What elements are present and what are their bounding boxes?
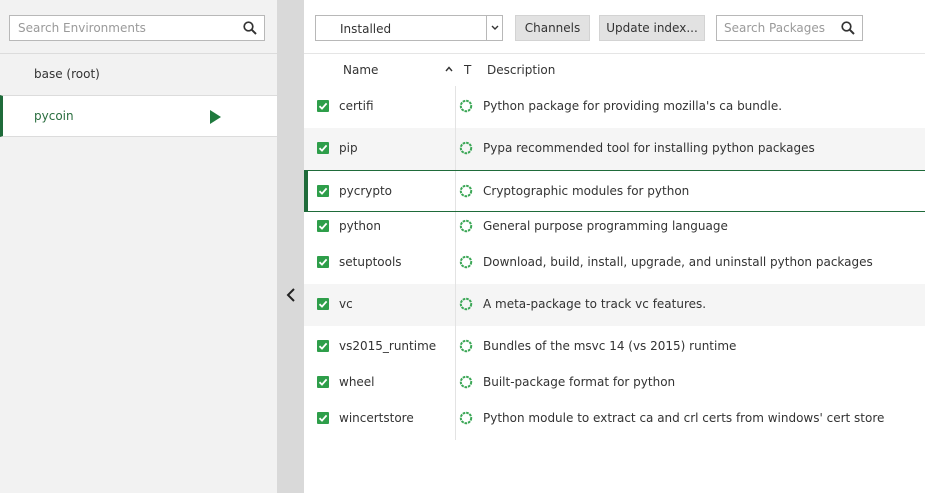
table-row[interactable]: certifi Python package for providing mozi… [304,86,925,128]
checkbox-checked-icon[interactable] [317,340,329,352]
package-name: wincertstore [339,411,414,425]
panel-splitter[interactable] [277,0,304,493]
checkbox-checked-icon[interactable] [317,100,329,112]
chevron-up-icon[interactable] [445,66,453,72]
checkbox-checked-icon[interactable] [317,376,329,388]
package-name: certifi [339,99,374,113]
environment-search-box [9,15,265,41]
package-description: Bundles of the msvc 14 (vs 2015) runtime [483,339,737,353]
package-search-box [716,15,863,41]
play-icon[interactable] [210,110,221,124]
package-name: vs2015_runtime [339,339,437,353]
package-table-body: certifi Python package for providing mozi… [304,86,925,440]
checkbox-checked-icon[interactable] [317,256,329,268]
environments-panel: base (root) pycoin [0,0,277,493]
package-filter-value: Installed [340,22,392,36]
chevron-left-icon[interactable] [285,287,297,303]
update-index-button[interactable]: Update index... [599,15,705,41]
column-divider [455,128,456,170]
column-divider [455,86,456,128]
column-divider [455,171,456,211]
table-row[interactable]: vc A meta-package to track vc features. [304,284,925,326]
column-divider [455,368,456,398]
package-table-header: Name T Description [304,54,925,86]
checkbox-checked-icon[interactable] [317,142,329,154]
installed-status-icon[interactable] [459,184,473,198]
channels-button[interactable]: Channels [515,15,590,41]
table-row[interactable]: vs2015_runtime Bundles of the msvc 14 (vs… [304,326,925,368]
column-divider [455,284,456,326]
search-icon[interactable] [242,20,258,36]
table-row[interactable]: wheel Built-package format for python [304,368,925,398]
installed-status-icon[interactable] [459,339,473,353]
table-row[interactable]: setuptools Download, build, install, upgr… [304,242,925,284]
column-divider [455,242,456,284]
chevron-down-icon [491,25,499,30]
installed-status-icon[interactable] [459,141,473,155]
column-divider [455,398,456,440]
package-description: Python module to extract ca and crl cert… [483,411,885,425]
package-description: A meta-package to track vc features. [483,297,707,311]
package-description: General purpose programming language [483,219,728,233]
table-row[interactable]: pip Pypa recommended tool for installing … [304,128,925,170]
checkbox-checked-icon[interactable] [317,185,329,197]
table-row[interactable]: pycrypto Cryptographic modules for python [304,170,925,212]
packages-toolbar: Installed Channels Update index... [304,0,925,54]
environment-search-input[interactable] [10,16,230,40]
installed-status-icon[interactable] [459,297,473,311]
package-filter-select[interactable]: Installed [315,15,503,41]
checkbox-checked-icon[interactable] [317,412,329,424]
table-row[interactable]: python General purpose programming langua… [304,212,925,242]
environment-list: base (root) pycoin [0,53,277,137]
checkbox-checked-icon[interactable] [317,298,329,310]
package-description: Python package for providing mozilla's c… [483,99,783,113]
packages-panel: Installed Channels Update index... Name … [304,0,925,493]
description-column-header[interactable]: Description [487,63,555,77]
installed-status-icon[interactable] [459,99,473,113]
environment-name: base (root) [34,67,100,81]
package-description: Pypa recommended tool for installing pyt… [483,141,815,155]
package-name: wheel [339,375,375,389]
search-icon[interactable] [840,20,856,36]
package-description: Download, build, install, upgrade, and u… [483,255,873,269]
installed-status-icon[interactable] [459,219,473,233]
package-name: python [339,219,381,233]
name-column-header[interactable]: Name [343,63,378,77]
column-divider [455,212,456,242]
package-name: setuptools [339,255,402,269]
package-search-input[interactable] [717,16,835,40]
checkbox-checked-icon[interactable] [317,220,329,232]
package-description: Cryptographic modules for python [483,184,690,198]
package-name: pycrypto [339,184,393,198]
installed-status-icon[interactable] [459,375,473,389]
installed-status-icon[interactable] [459,411,473,425]
table-row[interactable]: wincertstore Python module to extract ca … [304,398,925,440]
package-name: vc [339,297,353,311]
environment-item-base[interactable]: base (root) [0,53,277,95]
environment-name: pycoin [34,109,74,123]
environment-item-pycoin[interactable]: pycoin [0,95,277,137]
installed-status-icon[interactable] [459,255,473,269]
column-divider [455,326,456,368]
package-description: Built-package format for python [483,375,676,389]
package-name: pip [339,141,358,155]
type-column-header[interactable]: T [464,63,471,77]
dropdown-button[interactable] [486,16,502,40]
